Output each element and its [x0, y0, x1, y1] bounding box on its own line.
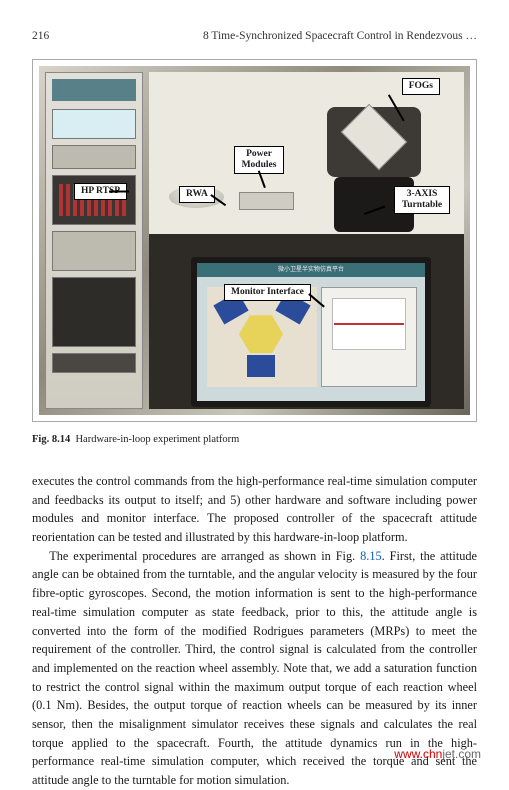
figure-cross-ref[interactable]: 8.15 [360, 549, 382, 563]
equipment-rack [45, 72, 143, 409]
watermark-part-a: www.chn [394, 747, 442, 761]
body-text: executes the control commands from the h… [32, 472, 477, 790]
rack-unit [52, 109, 136, 139]
watermark: www.chnjet.com [394, 745, 481, 763]
page-header: 216 8 Time-Synchronized Spacecraft Contr… [32, 28, 477, 45]
figure-caption: Fig. 8.14 Hardware-in-loop experiment pl… [32, 432, 477, 448]
callout-turntable: 3-AXIS Turntable [394, 186, 450, 214]
callout-monitor: Monitor Interface [224, 284, 311, 301]
monitor-title-bar: 微小卫星半实物仿真平台 [197, 263, 425, 277]
figure-photo: 微小卫星半实物仿真平台 FOGs 3-AXIS Turntable Power … [39, 66, 470, 415]
figure-8-14: 微小卫星半实物仿真平台 FOGs 3-AXIS Turntable Power … [32, 59, 477, 422]
monitor-hardware: 微小卫星半实物仿真平台 [191, 257, 431, 407]
satellite-3d-view [207, 287, 317, 387]
watermark-part-b: jet.com [442, 747, 481, 761]
rack-unit [52, 353, 136, 373]
page-number: 216 [32, 28, 49, 45]
running-title: 8 Time-Synchronized Spacecraft Control i… [203, 28, 477, 45]
paragraph-cont: executes the control commands from the h… [32, 472, 477, 547]
callout-fogs: FOGs [402, 78, 440, 95]
power-module-hardware [239, 192, 294, 210]
telemetry-plot [321, 287, 417, 387]
workbench: 微小卫星半实物仿真平台 [149, 72, 464, 409]
figure-label: Fig. 8.14 [32, 434, 70, 445]
rack-unit [52, 145, 136, 169]
rack-unit [52, 231, 136, 271]
figure-caption-text: Hardware-in-loop experiment platform [75, 434, 239, 445]
rack-unit-computer [52, 277, 136, 347]
text-run: The experimental procedures are arranged… [49, 549, 360, 563]
